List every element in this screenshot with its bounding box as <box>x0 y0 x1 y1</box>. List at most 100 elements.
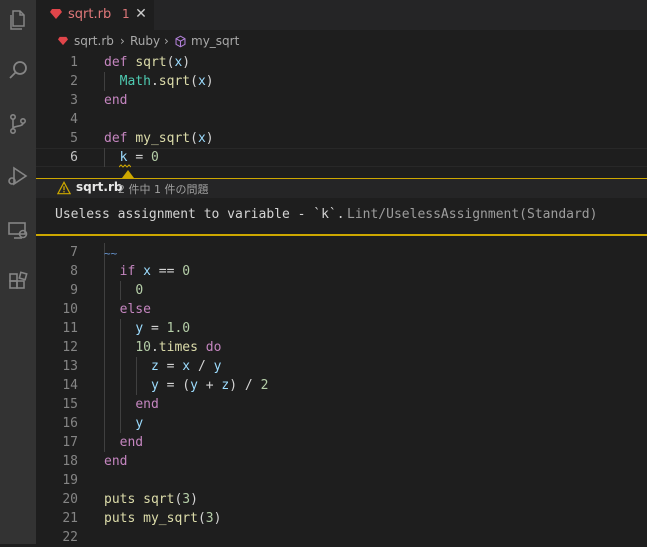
variable-token: x <box>182 359 191 374</box>
number-token: 3 <box>205 511 214 526</box>
line-number: 12 <box>62 340 78 355</box>
remote-explorer-icon[interactable] <box>0 212 36 248</box>
code-line[interactable]: 21 puts my_sqrt(3) <box>36 509 647 528</box>
tab-sqrt-rb[interactable]: sqrt.rb 1 ✕ <box>36 0 154 30</box>
variable-token: x <box>197 74 206 89</box>
activity-bar <box>0 0 36 544</box>
line-number: 1 <box>70 55 78 70</box>
code-line[interactable]: 12 10.times do <box>36 338 647 357</box>
operator-token: / <box>244 378 253 393</box>
function-token: sqrt <box>143 492 175 507</box>
run-debug-icon[interactable] <box>0 158 36 194</box>
code-line[interactable]: 5 def my_sqrt(x) <box>36 129 647 148</box>
code-line[interactable]: 1 def sqrt(x) <box>36 53 647 72</box>
code-line[interactable]: 8 if x == 0 <box>36 262 647 281</box>
variable-token: y <box>213 359 222 374</box>
code-line[interactable]: 4 <box>36 110 647 129</box>
line-number: 11 <box>62 321 78 336</box>
line-number: 10 <box>62 302 78 317</box>
function-token: puts <box>104 511 136 526</box>
line-number: 6 <box>70 150 78 165</box>
keyword-token: if <box>119 264 136 279</box>
code-line[interactable]: 14 y = (y + z) / 2 <box>36 376 647 395</box>
line-number: 21 <box>62 511 78 526</box>
tab-label: sqrt.rb <box>68 7 112 22</box>
problem-message: Useless assignment to variable - `k`. <box>55 207 345 222</box>
breadcrumb-language[interactable]: Ruby <box>130 34 160 48</box>
variable-token: y <box>150 378 159 393</box>
line-number: 18 <box>62 454 78 469</box>
tab-bar: sqrt.rb 1 ✕ <box>36 0 647 30</box>
operator-token: / <box>197 359 206 374</box>
line-number: 22 <box>62 530 78 545</box>
search-icon[interactable] <box>0 52 36 88</box>
keyword-token: def <box>104 55 128 70</box>
line-number: 8 <box>70 264 78 279</box>
files-icon[interactable] <box>0 2 36 38</box>
code-line[interactable]: 11 y = 1.0 <box>36 319 647 338</box>
line-number: 20 <box>62 492 78 507</box>
warning-icon <box>57 181 71 195</box>
problem-peek-header: sqrt.rb 2 件中 1 件の問題 <box>36 178 647 198</box>
code-line[interactable]: 16 y <box>36 414 647 433</box>
code-line[interactable]: 22 <box>36 528 647 547</box>
keyword-token: end <box>104 93 128 108</box>
number-token: 10 <box>135 340 151 355</box>
variable-token: y <box>135 321 144 336</box>
number-token: 2 <box>260 378 269 393</box>
line-number: 5 <box>70 131 78 146</box>
keyword-token: end <box>135 397 159 412</box>
code-line[interactable]: 3 end <box>36 91 647 110</box>
function-token: puts <box>104 492 136 507</box>
punct-token: ) <box>205 74 214 89</box>
keyword-token: end <box>104 454 128 469</box>
code-line[interactable]: 9 0 <box>36 281 647 300</box>
code-line[interactable]: 7 <box>36 243 647 262</box>
line-number: 3 <box>70 93 78 108</box>
punct-token: ) <box>190 492 198 507</box>
number-token: 1.0 <box>166 321 191 336</box>
keyword-token: else <box>119 302 151 317</box>
punct-token: . <box>150 340 159 355</box>
close-icon[interactable]: ✕ <box>134 6 148 22</box>
operator-token: + <box>205 378 214 393</box>
variable-token: z <box>150 359 159 374</box>
keyword-token: def <box>104 131 128 146</box>
operator-token: = <box>166 378 175 393</box>
symbol-method-icon <box>175 35 186 48</box>
line-number: 14 <box>62 378 78 393</box>
code-line[interactable]: 20 puts sqrt(3) <box>36 490 647 509</box>
peek-arrow <box>122 170 134 178</box>
variable-token: x <box>143 264 151 279</box>
code-line[interactable]: 15 end <box>36 395 647 414</box>
function-token: times <box>158 340 198 355</box>
variable-token: y <box>135 416 144 431</box>
code-line[interactable]: 10 else <box>36 300 647 319</box>
code-line[interactable]: 2 Math.sqrt(x) <box>36 72 647 91</box>
warning-squiggle <box>119 164 131 168</box>
code-line[interactable]: 19 <box>36 471 647 490</box>
code-line[interactable]: 17 end <box>36 433 647 452</box>
breadcrumb-symbol[interactable]: my_sqrt <box>191 34 239 48</box>
function-token: my_sqrt <box>143 511 198 526</box>
source-control-icon[interactable] <box>0 106 36 142</box>
line-number: 15 <box>62 397 78 412</box>
extensions-icon[interactable] <box>0 264 36 300</box>
line-number: 7 <box>70 245 78 260</box>
number-token: 0 <box>150 150 159 165</box>
punct-token: ) <box>182 55 191 70</box>
tab-problem-count: 1 <box>122 7 130 21</box>
breadcrumb: sqrt.rb › Ruby › my_sqrt <box>36 30 647 52</box>
problem-source[interactable]: Lint/UselessAssignment(Standard) <box>347 207 597 222</box>
peek-file: sqrt.rb <box>76 180 123 194</box>
line-number: 4 <box>70 112 78 127</box>
function-token: my_sqrt <box>135 131 191 146</box>
number-token: 3 <box>182 492 191 507</box>
operator-token: = <box>166 359 175 374</box>
breadcrumb-separator: › <box>164 34 169 48</box>
code-line[interactable]: 18 end <box>36 452 647 471</box>
punct-token: ) <box>205 131 214 146</box>
punct-token: ) <box>229 378 238 393</box>
breadcrumb-file[interactable]: sqrt.rb <box>74 34 114 48</box>
code-line[interactable]: 13 z = x / y <box>36 357 647 376</box>
